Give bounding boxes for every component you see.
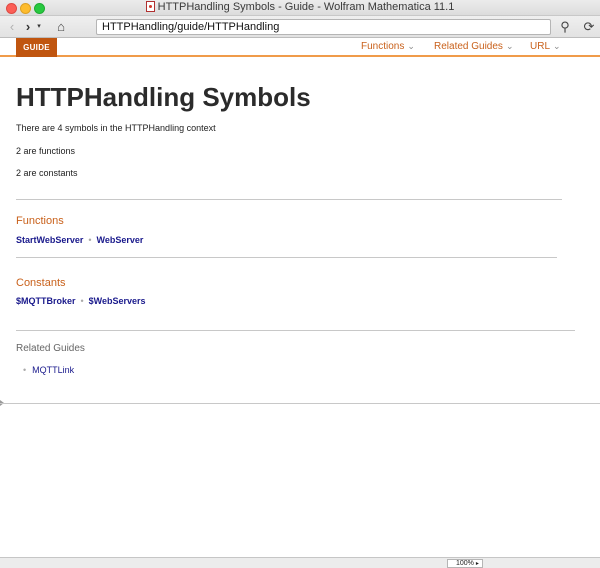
related-guide-item: • MQTTLink [23,365,74,375]
summary-constant-count: 2 are constants [16,168,78,178]
link-mqttlink[interactable]: MQTTLink [32,365,74,375]
url-menu[interactable]: URL ⌄ [530,41,561,52]
related-guides-menu-label: Related Guides [434,41,503,52]
window-title: HTTPHandling Symbols - Guide - Wolfram M… [0,1,600,13]
related-guides-title: Related Guides [16,343,85,354]
functions-menu-label: Functions [361,41,405,52]
notebook-document-icon [145,1,155,12]
zoom-arrow-icon: ▸ [475,561,479,567]
summary-symbol-count: There are 4 symbols in the HTTPHandling … [16,123,216,133]
url-menu-label: URL [530,41,551,52]
constants-section-title: Constants [16,277,66,289]
url-input[interactable]: HTTPHandling/guide/HTTPHandling [96,19,551,35]
link-startwebserver[interactable]: StartWebServer [16,235,83,245]
zoom-value: 100% [456,560,474,567]
history-dropdown-icon[interactable]: ▾ [35,18,43,36]
search-icon[interactable]: ⚲ [557,18,573,36]
separator-dot: • [88,235,92,245]
chevron-down-icon: ⌄ [407,41,415,51]
link-webservers[interactable]: $WebServers [89,296,146,306]
functions-menu[interactable]: Functions ⌄ [361,41,415,52]
guide-header-bar: GUIDE Functions ⌄ Related Guides ⌄ URL ⌄ [0,38,600,57]
related-guides-menu[interactable]: Related Guides ⌄ [434,41,513,52]
forward-arrow-icon[interactable]: › [22,18,34,36]
window-title-bar: HTTPHandling Symbols - Guide - Wolfram M… [0,0,600,16]
divider [16,330,575,331]
page-title: HTTPHandling Symbols [16,82,311,112]
divider [16,199,562,200]
refresh-icon[interactable]: ⟳ [582,18,596,36]
cell-bottom-rule [0,403,600,404]
navigation-toolbar: ‹ › ▾ ⌂ HTTPHandling/guide/HTTPHandling … [0,16,600,38]
chevron-down-icon: ⌄ [553,41,561,51]
link-webserver[interactable]: WebServer [97,235,144,245]
window-title-text: HTTPHandling Symbols - Guide - Wolfram M… [157,1,455,13]
bullet-icon: • [23,365,27,375]
summary-function-count: 2 are functions [16,146,76,156]
functions-section-title: Functions [16,215,64,227]
chevron-down-icon: ⌄ [505,41,514,51]
guide-badge: GUIDE [16,38,57,57]
divider [16,257,557,258]
status-bar: 100% ▸ [0,557,600,568]
constants-link-list: $MQTTBroker • $WebServers [16,296,146,306]
home-icon[interactable]: ⌂ [54,18,68,36]
separator-dot: • [80,296,84,306]
back-arrow-icon[interactable]: ‹ [6,18,18,36]
functions-link-list: StartWebServer • WebServer [16,235,143,245]
zoom-selector[interactable]: 100% ▸ [447,559,483,568]
link-mqttbroker[interactable]: $MQTTBroker [16,296,76,306]
